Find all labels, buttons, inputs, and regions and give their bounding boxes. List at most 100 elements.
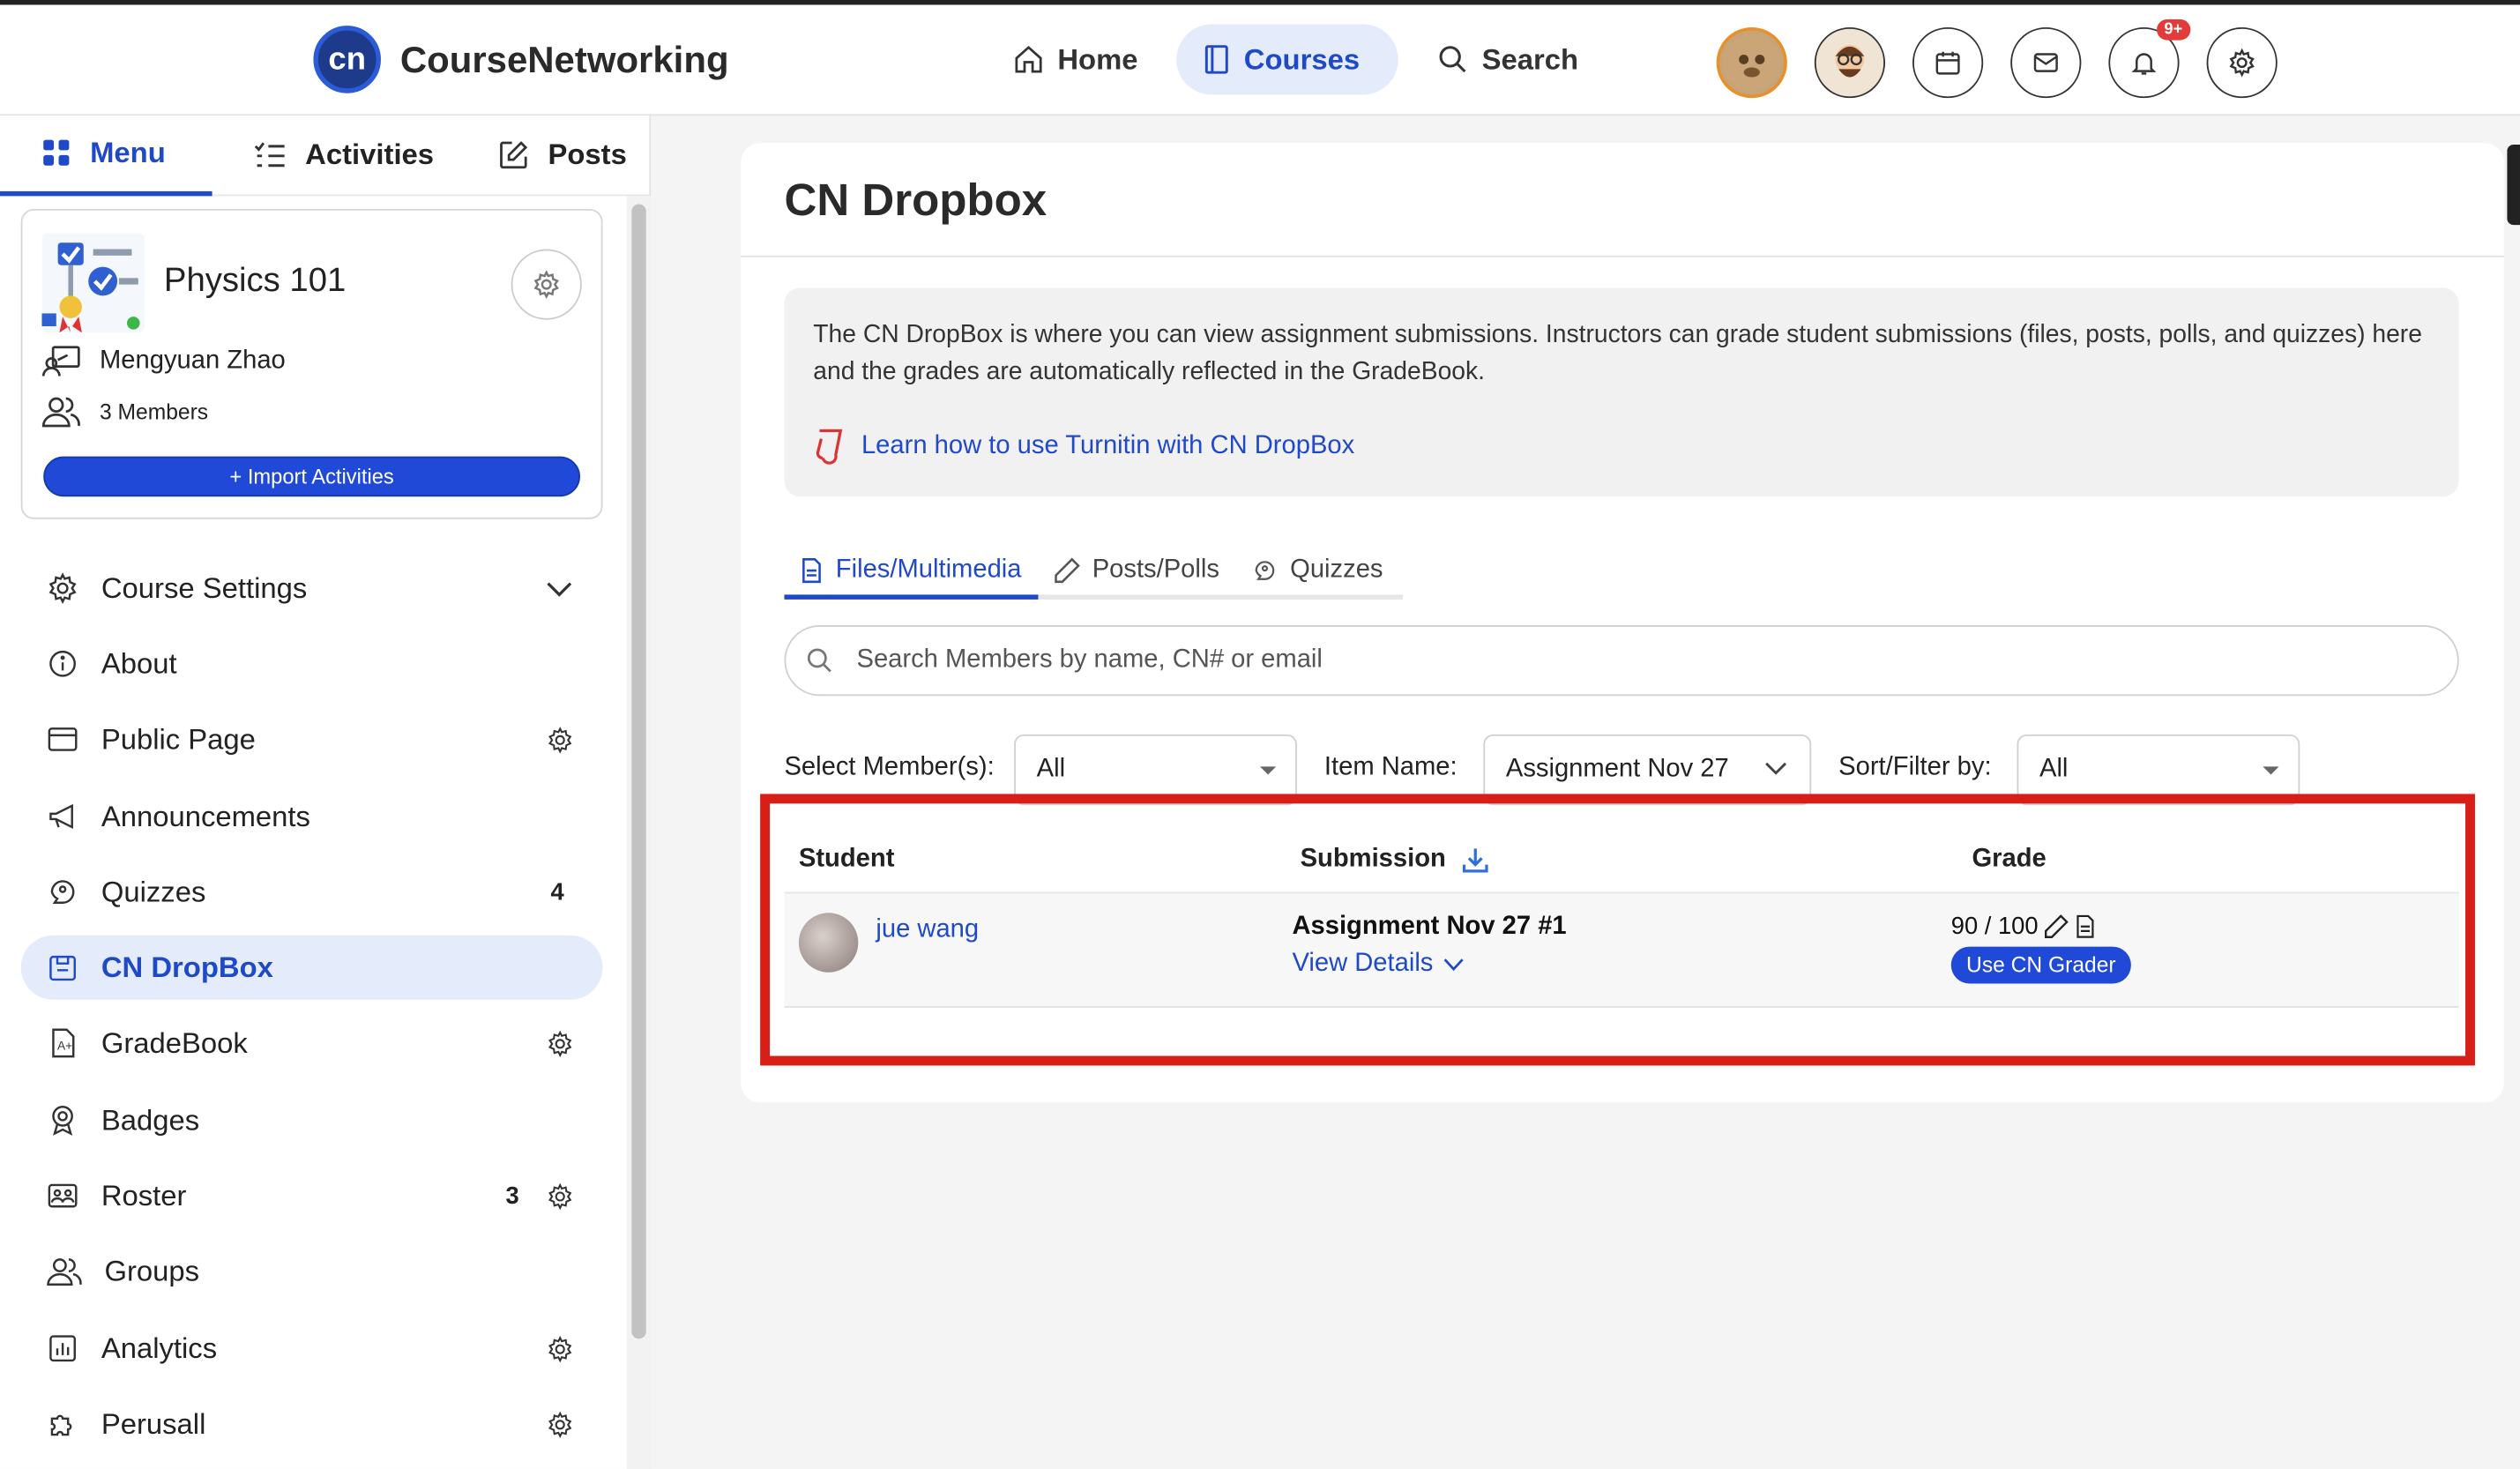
settings-button[interactable] <box>2206 26 2278 99</box>
browser-window-icon <box>48 727 78 751</box>
nav-courses-label: Courses <box>1243 42 1361 75</box>
tab-label: Posts/Polls <box>1092 555 1219 583</box>
tab-label: Files/Multimedia <box>835 555 1022 583</box>
quiz-icon <box>50 880 75 904</box>
course-checklist-icon <box>41 233 145 333</box>
chevron-down-icon <box>1765 762 1787 775</box>
window-edge <box>2507 145 2520 226</box>
bell-icon <box>2131 53 2157 75</box>
tab-quizzes[interactable]: Quizzes <box>1235 545 1399 595</box>
nav-home[interactable]: Home <box>993 24 1157 94</box>
pencil-icon <box>1054 556 1080 583</box>
search-input[interactable] <box>856 645 2303 675</box>
roster-icon <box>48 1183 78 1208</box>
gear-icon <box>533 270 559 300</box>
quiz-icon <box>1255 560 1274 579</box>
gear-icon[interactable] <box>547 1411 574 1439</box>
import-activities-button[interactable]: + Import Activities <box>43 456 580 497</box>
sidebar-item-label: Badges <box>101 1103 200 1136</box>
messages-button[interactable] <box>2010 26 2082 99</box>
sidebar-item-quizzes[interactable]: Quizzes 4 <box>21 860 603 924</box>
gear-icon[interactable] <box>547 1335 574 1363</box>
sidebar-item-label: Announcements <box>101 799 310 832</box>
badge-icon <box>52 1106 73 1136</box>
calendar-icon <box>1935 51 1960 75</box>
left-sidebar: Menu Activities Posts Physics 101 Mengyu… <box>0 115 652 1469</box>
chevron-down-icon <box>547 582 572 597</box>
gear-icon <box>48 572 77 605</box>
user-avatar-dog[interactable] <box>1716 26 1787 99</box>
members-count: 3 Members <box>100 399 209 424</box>
sidebar-item-label: Public Page <box>101 722 256 755</box>
nav-home-label: Home <box>1057 42 1138 75</box>
svg-text:A+: A+ <box>57 1040 72 1053</box>
course-card: Physics 101 Mengyuan Zhao 3 Members + Im… <box>20 208 603 519</box>
notifications-button[interactable]: 9+ <box>2108 19 2191 99</box>
sidebar-item-announcements[interactable]: Announcements <box>21 784 603 848</box>
turnitin-link[interactable]: Learn how to use Turnitin with CN DropBo… <box>813 426 1354 465</box>
analytics-icon <box>49 1335 76 1362</box>
caret-down-icon <box>2263 766 2279 775</box>
course-title[interactable]: Physics 101 <box>164 262 346 301</box>
nav-search[interactable]: Search <box>1418 24 1598 94</box>
search-icon <box>1439 46 1466 73</box>
sidebar-scroll-thumb[interactable] <box>631 204 646 1339</box>
sidebar-item-perusall[interactable]: Perusall <box>21 1391 603 1456</box>
members-icon <box>41 397 80 428</box>
app-logo[interactable]: cn CourseNetworking <box>313 26 729 93</box>
gradebook-icon: A+ <box>52 1028 75 1058</box>
nav-courses[interactable]: Courses <box>1176 24 1398 95</box>
item-name-value: Assignment Nov 27 <box>1505 755 1729 783</box>
sidebar-item-label: About <box>101 646 177 680</box>
top-bar: cn CourseNetworking Home Courses Search <box>0 0 2520 116</box>
course-members[interactable]: 3 Members <box>41 395 209 428</box>
course-instructor[interactable]: Mengyuan Zhao <box>41 346 286 377</box>
file-icon <box>802 557 821 583</box>
top-nav: Home Courses Search <box>993 24 1616 95</box>
user-avatar-profile[interactable] <box>1814 26 1886 99</box>
tab-posts-polls[interactable]: Posts/Polls <box>1038 545 1235 595</box>
sidebar-item-analytics[interactable]: Analytics <box>21 1316 603 1381</box>
sidebar-item-roster[interactable]: Roster 3 <box>21 1164 603 1228</box>
filter-bar: Select Member(s): All Item Name: Assignm… <box>784 734 2487 806</box>
item-name-label: Item Name: <box>1323 753 1458 781</box>
sidebar-item-label: Course Settings <box>101 570 308 604</box>
member-filter-label: Select Member(s): <box>784 753 995 781</box>
app-name: CourseNetworking <box>399 37 729 80</box>
gear-icon[interactable] <box>547 1182 574 1211</box>
sidebar-item-label: CN DropBox <box>101 951 273 983</box>
puzzle-icon <box>50 1414 72 1436</box>
member-search[interactable] <box>784 625 2459 697</box>
sidebar-item-cn-dropbox[interactable]: CN DropBox <box>20 935 603 1000</box>
book-icon <box>1204 45 1228 74</box>
sidebar-item-badges[interactable]: Badges <box>21 1088 603 1152</box>
profile-avatar-icon <box>1835 45 1865 78</box>
megaphone-icon <box>49 803 73 830</box>
list-icon <box>254 141 285 167</box>
calendar-button[interactable] <box>1912 26 1984 99</box>
sidebar-item-gradebook[interactable]: A+ GradeBook <box>21 1010 603 1075</box>
gear-icon[interactable] <box>547 1030 574 1058</box>
mail-icon <box>2033 53 2058 72</box>
turnitin-icon <box>816 429 843 465</box>
nav-search-label: Search <box>1481 42 1579 75</box>
tab-menu-label: Menu <box>90 136 166 168</box>
tab-files-multimedia[interactable]: Files/Multimedia <box>784 545 1038 600</box>
gear-icon <box>2229 48 2255 78</box>
tab-menu[interactable]: Menu <box>0 115 212 196</box>
instructor-name: Mengyuan Zhao <box>100 347 286 375</box>
tab-posts[interactable]: Posts <box>457 115 650 195</box>
tab-activities[interactable]: Activities <box>212 115 456 195</box>
gear-icon[interactable] <box>547 727 574 754</box>
tab-activities-label: Activities <box>305 138 435 171</box>
sort-filter-label: Sort/Filter by: <box>1838 753 1992 781</box>
sidebar-item-groups[interactable]: Groups <box>21 1239 603 1303</box>
sidebar-item-about[interactable]: About <box>21 631 603 696</box>
dropbox-icon <box>49 955 76 981</box>
course-settings-button[interactable] <box>511 249 582 320</box>
sidebar-item-label: Quizzes <box>101 875 206 907</box>
sidebar-item-public-page[interactable]: Public Page <box>21 707 603 772</box>
sidebar-item-label: GradeBook <box>101 1025 248 1059</box>
sort-filter-value: All <box>2039 755 2069 783</box>
sidebar-item-course-settings[interactable]: Course Settings <box>21 556 603 621</box>
